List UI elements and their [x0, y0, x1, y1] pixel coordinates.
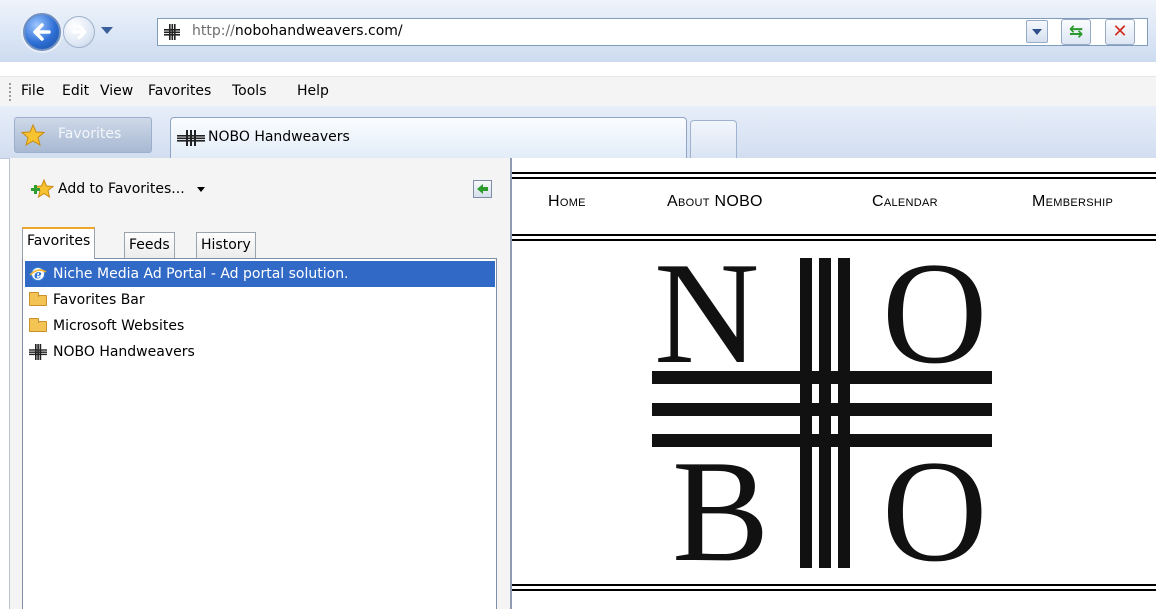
address-toolbar: http://nobohandweavers.com/ ⇆ ✕ [0, 0, 1156, 62]
stop-icon: ✕ [1112, 21, 1128, 42]
menu-tools[interactable]: Tools [232, 83, 267, 99]
site-navigation: Home About NOBO Calendar Membership [512, 193, 1156, 217]
chevron-down-icon[interactable] [196, 186, 205, 192]
favorite-item-label: Favorites Bar [53, 292, 145, 308]
forward-arrow-icon [71, 24, 87, 40]
menu-bar: File Edit View Favorites Tools Help [0, 76, 1156, 108]
star-icon [21, 124, 45, 146]
svg-text:O: O [882, 430, 987, 568]
favorites-center-panel: Add to Favorites... Favorites Feeds Hist… [9, 158, 512, 609]
divider [512, 584, 1156, 591]
url-text: http://nobohandweavers.com/ [192, 23, 403, 39]
menu-help[interactable]: Help [297, 83, 329, 99]
tab-favorites[interactable]: Favorites [22, 227, 96, 259]
svg-text:B: B [672, 430, 769, 568]
add-to-favorites-button[interactable]: Add to Favorites... [30, 178, 205, 200]
folder-icon [29, 291, 47, 306]
nav-link-calendar[interactable]: Calendar [872, 193, 938, 211]
menu-edit[interactable]: Edit [62, 83, 89, 99]
pin-arrow-icon [477, 184, 488, 194]
stop-button[interactable]: ✕ [1105, 19, 1135, 45]
add-to-favorites-label: Add to Favorites... [58, 181, 185, 197]
divider [512, 234, 1156, 241]
tab-bar: Favorites NOBO Handweavers [0, 106, 1156, 159]
favorites-center-button[interactable]: Favorites [14, 117, 152, 153]
favorite-item-niche-media[interactable]: e Niche Media Ad Portal - Ad portal solu… [25, 261, 495, 287]
toolbar-grip[interactable] [9, 83, 11, 103]
forward-button[interactable] [63, 16, 95, 48]
favorite-item-nobo-handweavers[interactable]: NOBO Handweavers [25, 339, 495, 365]
new-tab-button[interactable] [690, 120, 737, 158]
back-button[interactable] [23, 13, 61, 51]
divider [512, 172, 1156, 179]
ie-page-icon: e [29, 266, 47, 282]
favorites-list: e Niche Media Ad Portal - Ad portal solu… [22, 258, 497, 609]
back-arrow-icon [33, 23, 51, 41]
tab-history[interactable]: History [196, 232, 256, 258]
add-favorite-star-icon [31, 179, 54, 199]
nav-link-membership[interactable]: Membership [1032, 193, 1113, 211]
pin-favorites-center-button[interactable] [473, 180, 492, 198]
tab-nobo-handweavers[interactable]: NOBO Handweavers [170, 117, 687, 158]
favorite-item-label: Microsoft Websites [53, 318, 185, 334]
nav-link-about[interactable]: About NOBO [667, 193, 763, 211]
tab-feeds[interactable]: Feeds [124, 232, 175, 258]
menu-view[interactable]: View [100, 83, 133, 99]
nobo-logo: N O B O [652, 258, 992, 568]
nobo-favicon-icon [177, 130, 205, 146]
address-dropdown-button[interactable] [1026, 20, 1048, 43]
address-field[interactable]: http://nobohandweavers.com/ [157, 18, 1148, 46]
web-page-content: Home About NOBO Calendar Membership N O … [512, 158, 1156, 609]
menu-favorites[interactable]: Favorites [148, 83, 211, 99]
favorite-item-label: NOBO Handweavers [53, 344, 195, 360]
recent-pages-dropdown-icon[interactable] [101, 27, 113, 34]
favorite-item-label: Niche Media Ad Portal - Ad portal soluti… [53, 266, 349, 282]
tab-title: NOBO Handweavers [208, 129, 350, 145]
folder-icon [29, 317, 47, 332]
favorites-button-label: Favorites [58, 126, 122, 142]
nobo-favicon-icon [29, 344, 47, 360]
nobo-favicon-icon [164, 24, 180, 40]
favorite-folder-favorites-bar[interactable]: Favorites Bar [25, 287, 495, 313]
nav-link-home[interactable]: Home [548, 193, 586, 211]
refresh-icon: ⇆ [1068, 22, 1084, 42]
menu-file[interactable]: File [21, 83, 44, 99]
refresh-button[interactable]: ⇆ [1061, 19, 1091, 45]
favorite-folder-microsoft-websites[interactable]: Microsoft Websites [25, 313, 495, 339]
